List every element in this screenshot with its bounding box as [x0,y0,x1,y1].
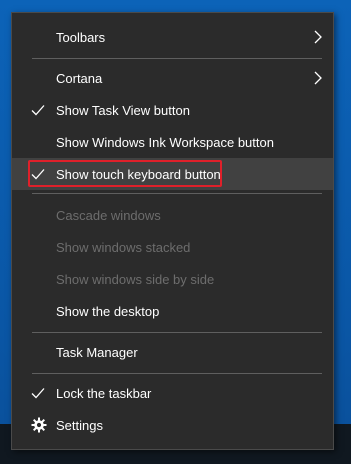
menu-item-label: Settings [56,417,103,433]
menu-item-label: Toolbars [56,29,106,45]
menu-item-show-windows-ink-workspace-button[interactable]: Show Windows Ink Workspace button [12,126,333,158]
gear-icon [31,417,47,433]
menu-item-cascade-windows: Cascade windows [12,199,333,231]
menu-item-label: Show the desktop [56,303,160,319]
menu-item-label: Show windows side by side [56,271,215,287]
menu-item-label: Show Windows Ink Workspace button [56,134,274,150]
checkmark-icon [31,105,45,116]
menu-item-label: Cascade windows [56,207,161,223]
menu-item-show-the-desktop[interactable]: Show the desktop [12,295,333,327]
menu-separator [32,193,322,194]
menu-item-label: Show Task View button [56,102,190,118]
taskbar-context-menu: Toolbars Cortana Show Task View button S… [11,12,334,450]
highlight-box [28,160,222,187]
chevron-right-icon [314,71,322,85]
menu-item-cortana[interactable]: Cortana [12,62,333,94]
menu-item-label: Show windows stacked [56,239,191,255]
chevron-right-icon [314,30,322,44]
menu-item-settings[interactable]: Settings [12,409,333,441]
menu-item-toolbars[interactable]: Toolbars [12,21,333,53]
menu-separator [32,58,322,59]
menu-item-task-manager[interactable]: Task Manager [12,336,333,368]
menu-item-show-task-view-button[interactable]: Show Task View button [12,94,333,126]
checkmark-icon [31,388,45,399]
menu-separator [32,373,322,374]
menu-item-show-windows-stacked: Show windows stacked [12,231,333,263]
menu-item-label: Task Manager [56,344,138,360]
menu-item-show-windows-side-by-side: Show windows side by side [12,263,333,295]
menu-item-label: Cortana [56,70,103,86]
menu-item-label: Lock the taskbar [56,385,152,401]
menu-separator [32,332,322,333]
menu-item-lock-the-taskbar[interactable]: Lock the taskbar [12,377,333,409]
